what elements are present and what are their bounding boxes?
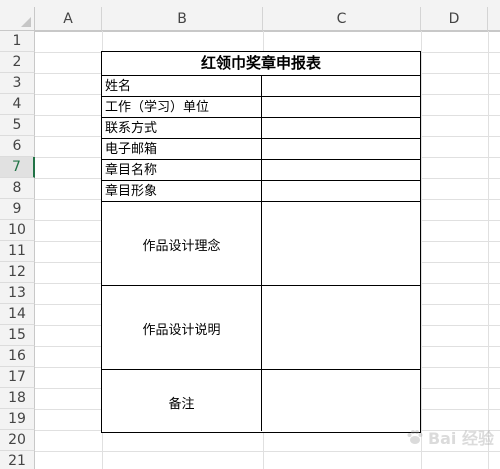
row-header-9[interactable]: 9 [0,199,35,220]
row-header-11[interactable]: 11 [0,241,35,262]
row-header-2[interactable]: 2 [0,52,35,73]
award-form-table: 红领巾奖章申报表 姓名 工作（学习）单位 联系方式 电子邮箱 章目名称 章目形象… [101,51,421,433]
field-label-unit[interactable]: 工作（学习）单位 [105,97,209,118]
row-header-16[interactable]: 16 [0,346,35,367]
row-header-10[interactable]: 10 [0,220,35,241]
row-header-14[interactable]: 14 [0,304,35,325]
spreadsheet: A B C D 1 2 3 4 5 6 7 8 9 10 11 12 13 14… [0,0,500,469]
row-header-13[interactable]: 13 [0,283,35,304]
section-label-design-concept[interactable]: 作品设计理念 [102,235,261,254]
grid-line [35,451,500,452]
row-header-12[interactable]: 12 [0,262,35,283]
form-column-divider [261,75,262,431]
grid-line [488,31,489,469]
row-header-8[interactable]: 8 [0,178,35,199]
column-header-e[interactable] [488,7,500,31]
form-title[interactable]: 红领巾奖章申报表 [102,52,420,75]
watermark: Bai 经验 [405,425,494,449]
row-header-20[interactable]: 20 [0,430,35,451]
column-header-b[interactable]: B [102,7,263,31]
field-label-name[interactable]: 姓名 [105,76,131,97]
paw-icon [407,430,423,444]
row-header-5[interactable]: 5 [0,115,35,136]
section-label-remarks[interactable]: 备注 [102,393,261,412]
section-label-design-description[interactable]: 作品设计说明 [102,319,261,338]
row-header-21[interactable]: 21 [0,451,35,469]
field-label-contact[interactable]: 联系方式 [105,118,157,139]
row-header-18[interactable]: 18 [0,388,35,409]
grid-line [421,31,422,469]
select-all-corner[interactable] [0,7,35,31]
row-header-1[interactable]: 1 [0,31,35,52]
row-header-3[interactable]: 3 [0,73,35,94]
row-header-19[interactable]: 19 [0,409,35,430]
row-header-6[interactable]: 6 [0,136,35,157]
column-header-a[interactable]: A [35,7,102,31]
column-header-c[interactable]: C [263,7,421,31]
field-label-badge-image[interactable]: 章目形象 [105,181,157,202]
watermark-text: Bai 经验 [427,429,494,448]
row-header-4[interactable]: 4 [0,94,35,115]
row-header-15[interactable]: 15 [0,325,35,346]
field-label-badge-name[interactable]: 章目名称 [105,160,157,181]
field-label-email[interactable]: 电子邮箱 [105,139,157,160]
column-header-d[interactable]: D [421,7,488,31]
select-all-triangle-icon [21,17,31,27]
row-header-7-active[interactable]: 7 [0,157,35,178]
row-header-17[interactable]: 17 [0,367,35,388]
